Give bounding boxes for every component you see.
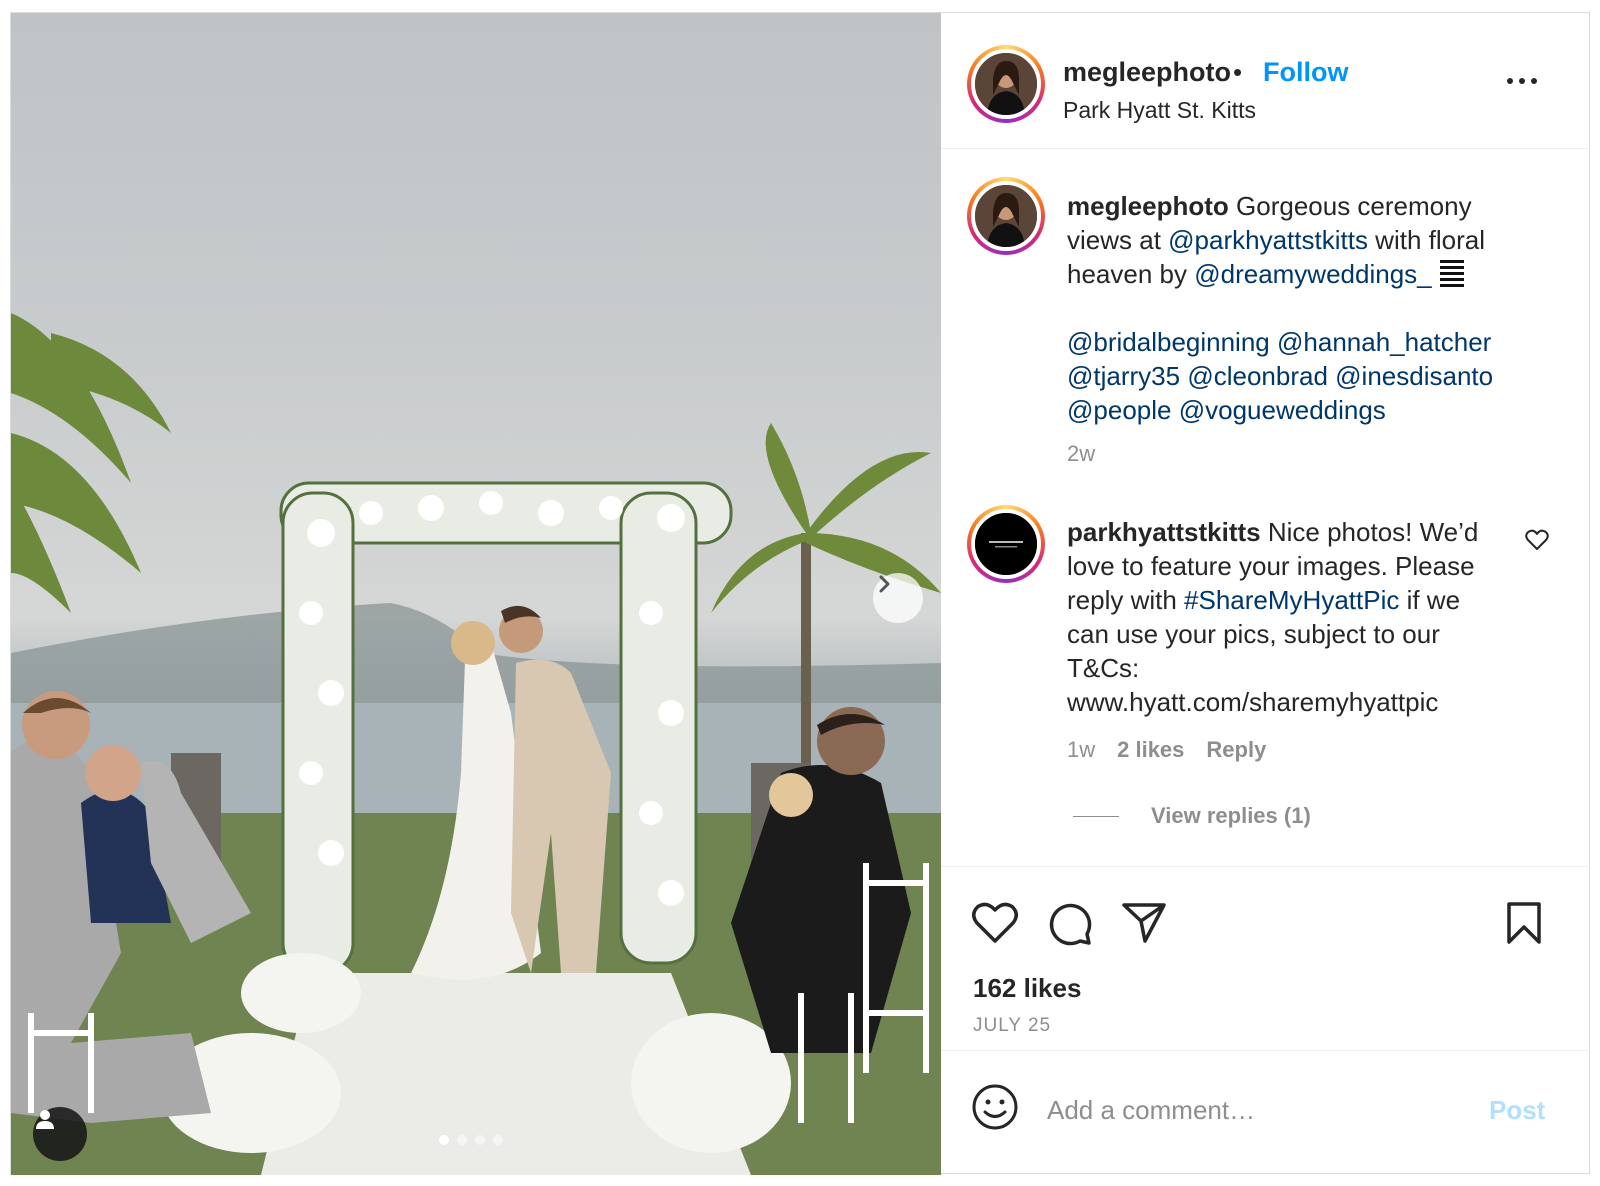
commenter-avatar[interactable] [967, 505, 1045, 583]
carousel-next-button[interactable] [873, 573, 923, 623]
hashtag-link[interactable]: #ShareMyHyattPic [1184, 585, 1399, 615]
heart-icon[interactable] [971, 901, 1019, 945]
separator-dot: • [1233, 57, 1243, 87]
caption-author-avatar[interactable] [967, 177, 1045, 255]
comment-meta: 1w 2 likes Reply [1067, 737, 1266, 763]
mention-link[interactable]: @bridalbeginning [1067, 327, 1270, 357]
post-date[interactable]: JULY 25 [973, 1015, 1051, 1037]
author-username[interactable]: megleephoto [1063, 57, 1231, 88]
user-tag-icon [36, 1110, 54, 1129]
bookmark-icon[interactable] [1505, 901, 1543, 945]
mention-link[interactable]: @inesdisanto [1335, 361, 1493, 391]
mention-link[interactable]: @tjarry35 [1067, 361, 1180, 391]
mention-link[interactable]: @people [1067, 395, 1171, 425]
chevron-right-icon [879, 575, 890, 593]
post-likes-count[interactable]: 162 likes [973, 973, 1081, 1004]
reply-button[interactable]: Reply [1206, 737, 1266, 762]
view-replies-button[interactable]: View replies (1) [1151, 803, 1311, 829]
wedding-ceremony-illustration [11, 313, 941, 1175]
caption-timestamp[interactable]: 2w [1067, 441, 1095, 467]
carousel-dot-active [439, 1135, 449, 1145]
comment-likes[interactable]: 2 likes [1117, 737, 1184, 762]
carousel-indicator [439, 1135, 503, 1145]
post-photo[interactable] [11, 13, 941, 1175]
flag-emoji-icon [1439, 260, 1464, 287]
comment-icon[interactable] [1047, 901, 1093, 947]
mention-link[interactable]: @dreamyweddings_ [1194, 259, 1431, 289]
post-side-panel: megleephoto • Follow Park Hyatt St. Kitt… [941, 13, 1589, 1173]
carousel-dot [457, 1135, 467, 1145]
comment-like-heart-icon[interactable] [1525, 529, 1549, 551]
mention-link[interactable]: @hannah_hatcher [1277, 327, 1491, 357]
post-comment-button[interactable]: Post [1489, 1095, 1545, 1126]
replies-divider [1073, 816, 1119, 817]
caption-text: megleephoto Gorgeous ceremony views at @… [1067, 191, 1494, 425]
comment-timestamp[interactable]: 1w [1067, 737, 1095, 762]
post-actions: 162 likes JULY 25 [941, 867, 1589, 1051]
add-comment-bar: Post [941, 1051, 1589, 1173]
mention-link[interactable]: @cleonbrad [1187, 361, 1328, 391]
profile-photo [975, 185, 1037, 247]
author-avatar[interactable] [967, 45, 1045, 123]
instagram-post: megleephoto • Follow Park Hyatt St. Kitt… [10, 12, 1590, 1175]
follow-button[interactable]: Follow [1263, 57, 1348, 88]
post-location[interactable]: Park Hyatt St. Kitts [1063, 97, 1256, 124]
commenter-username[interactable]: parkhyattstkitts [1067, 517, 1261, 547]
profile-photo [975, 53, 1037, 115]
caption-username[interactable]: megleephoto [1067, 191, 1229, 221]
comment-text: parkhyattstkitts Nice photos! We’d love … [1067, 517, 1479, 717]
emoji-icon[interactable] [971, 1083, 1019, 1131]
tagged-users-button[interactable] [33, 1107, 87, 1161]
post-header: megleephoto • Follow Park Hyatt St. Kitt… [941, 13, 1589, 149]
carousel-dot [475, 1135, 485, 1145]
mention-link[interactable]: @parkhyattstkitts [1168, 225, 1368, 255]
comments-section: megleephoto Gorgeous ceremony views at @… [941, 149, 1589, 867]
more-icon [1507, 78, 1513, 84]
more-options-button[interactable] [1507, 69, 1543, 93]
carousel-dot [493, 1135, 503, 1145]
comment-input[interactable] [1047, 1087, 1467, 1133]
mention-link[interactable]: @vogueweddings [1179, 395, 1386, 425]
share-icon[interactable] [1121, 901, 1167, 945]
park-hyatt-logo [975, 513, 1037, 575]
